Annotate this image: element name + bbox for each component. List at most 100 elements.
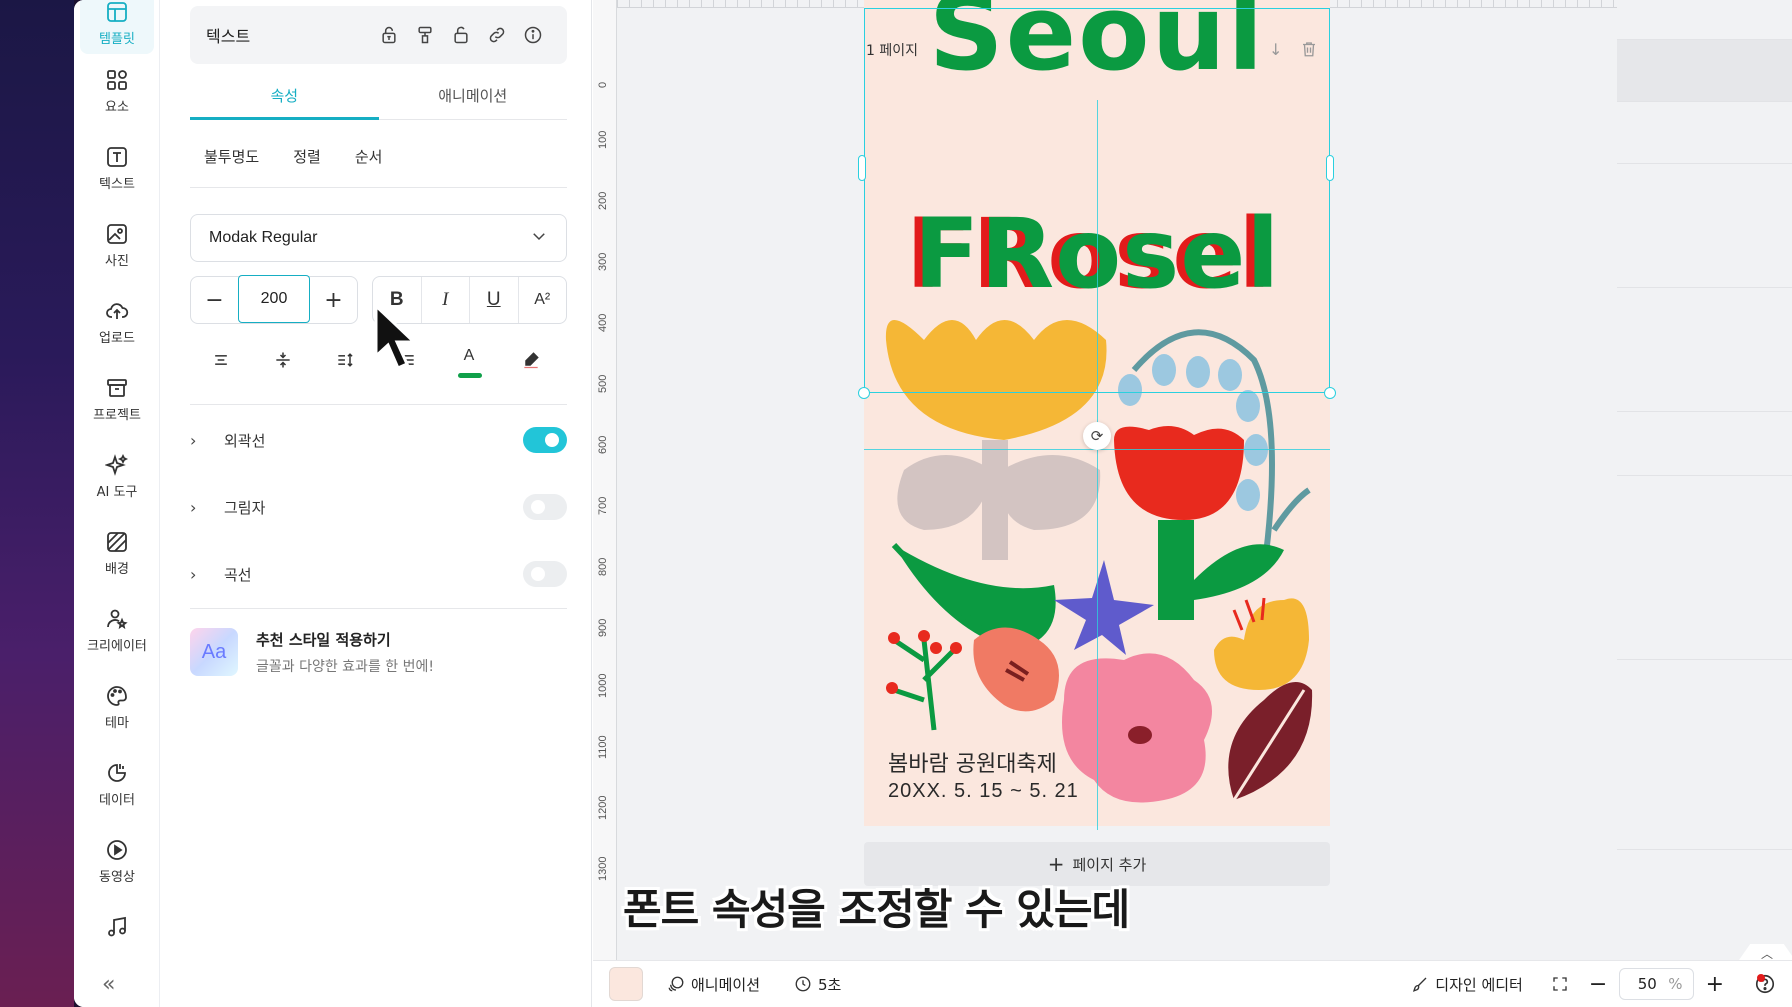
- align-button[interactable]: 정렬: [293, 138, 321, 167]
- decrease-size-button[interactable]: −: [191, 277, 238, 323]
- move-down-icon[interactable]: ↓: [1269, 40, 1282, 62]
- collapse-sidebar-icon[interactable]: «: [102, 972, 115, 997]
- clock-icon: [795, 976, 811, 992]
- play-icon: [107, 839, 127, 860]
- increase-size-button[interactable]: +: [310, 277, 357, 323]
- resize-handle[interactable]: [1324, 387, 1336, 399]
- design-editor-button[interactable]: 디자인 에디터: [1411, 974, 1523, 995]
- left-icon-rail: 템플릿 요소 텍스트 사진 업로드 프로젝트 AI 도구 배경 크리에이터 테마…: [74, 0, 160, 1007]
- rail-item-photo[interactable]: 사진: [80, 214, 154, 276]
- recommended-style-card[interactable]: Aa 추천 스타일 적용하기 글꼴과 다양한 효과를 한 번에!: [190, 624, 567, 680]
- font-family-value: Modak Regular: [209, 229, 318, 246]
- rail-item-audio[interactable]: [80, 907, 154, 947]
- rail-label: 사진: [105, 253, 129, 269]
- zoom-field[interactable]: 50 %: [1619, 968, 1694, 1000]
- font-size-input[interactable]: [238, 275, 310, 323]
- rail-label: 크리에이터: [87, 638, 147, 654]
- link-icon[interactable]: [479, 17, 515, 53]
- zoom-in-button[interactable]: +: [1706, 972, 1724, 997]
- vertical-ruler: 0 100 200 300 400 500 600 700 800 900 1000 1100 1200…: [593, 0, 617, 960]
- element-toolbar: 텍스트: [190, 6, 567, 64]
- rail-item-text[interactable]: 텍스트: [80, 137, 154, 199]
- resize-handle[interactable]: [858, 387, 870, 399]
- shapes-icon: [107, 69, 127, 90]
- underline-button[interactable]: U: [470, 277, 519, 323]
- shadow-toggle[interactable]: [523, 494, 567, 520]
- trash-icon[interactable]: [1300, 40, 1318, 62]
- highlight-pen-icon[interactable]: [500, 338, 562, 382]
- animation-button[interactable]: 애니메이션: [667, 974, 760, 995]
- rail-label: 데이터: [99, 792, 135, 808]
- duration-label: 5초: [818, 975, 842, 994]
- poster-title-line1[interactable]: Seoul: [864, 0, 1330, 94]
- design-editor-label: 디자인 에디터: [1435, 975, 1523, 994]
- toggle-label: 외곽선: [224, 431, 266, 450]
- animation-icon: [668, 976, 684, 992]
- rail-item-background[interactable]: 배경: [80, 522, 154, 584]
- notification-dot: [1757, 974, 1765, 982]
- line-spacing-icon[interactable]: [314, 338, 376, 382]
- chart-icon: [108, 763, 126, 782]
- chevron-down-icon: [530, 227, 548, 249]
- duration-button[interactable]: 5초: [794, 974, 841, 995]
- rail-item-video[interactable]: 동영상: [80, 830, 154, 892]
- upload-icon: [106, 302, 129, 319]
- rail-label: 동영상: [99, 869, 135, 885]
- tab-animation[interactable]: 애니메이션: [379, 72, 568, 119]
- rail-item-theme[interactable]: 테마: [80, 676, 154, 738]
- toggle-row-shadow[interactable]: › 그림자: [190, 487, 567, 527]
- font-family-select[interactable]: Modak Regular: [190, 214, 567, 262]
- rail-label: AI 도구: [96, 484, 138, 500]
- plus-icon: +: [1047, 852, 1065, 876]
- rail-item-elements[interactable]: 요소: [80, 60, 154, 122]
- rail-item-template[interactable]: 템플릿: [80, 0, 154, 54]
- page-label: 1 페이지: [866, 43, 918, 59]
- outline-toggle[interactable]: [523, 427, 567, 453]
- rail-label: 배경: [105, 561, 129, 577]
- align-text-icon[interactable]: [190, 338, 252, 382]
- tab-properties[interactable]: 속성: [190, 72, 379, 120]
- brush-icon: [1413, 977, 1427, 992]
- vertical-align-icon[interactable]: [252, 338, 314, 382]
- poster-subtitle[interactable]: 봄바람 공원대축제: [888, 746, 1057, 778]
- bottom-bar: 애니메이션 5초 디자인 에디터 − 50 % +: [593, 960, 1792, 1007]
- rail-label: 텍스트: [99, 176, 135, 192]
- chevron-right-icon: ›: [190, 497, 197, 517]
- rail-item-data[interactable]: 데이터: [80, 753, 154, 815]
- editor-window: 템플릿 요소 텍스트 사진 업로드 프로젝트 AI 도구 배경 크리에이터 테마…: [74, 0, 1792, 1007]
- rail-item-project[interactable]: 프로젝트: [80, 368, 154, 430]
- template-icon: [107, 1, 127, 22]
- rail-item-ai-tools[interactable]: AI 도구: [80, 445, 154, 507]
- rail-item-creator[interactable]: 크리에이터: [80, 599, 154, 661]
- italic-button[interactable]: I: [422, 277, 470, 323]
- text-box-lock-icon[interactable]: [371, 17, 407, 53]
- creator-icon: [107, 609, 128, 629]
- rail-label: 템플릿: [99, 31, 135, 47]
- element-type-title: 텍스트: [206, 27, 251, 46]
- design-canvas[interactable]: 0 100 200 300 400 500 600 700 800 900 1000 1100 1200…: [593, 0, 1792, 962]
- order-button[interactable]: 순서: [355, 138, 383, 167]
- format-painter-icon[interactable]: [407, 17, 443, 53]
- text-color-button[interactable]: A: [438, 338, 500, 382]
- toggle-row-curve[interactable]: › 곡선: [190, 554, 567, 594]
- toggle-label: 그림자: [224, 498, 266, 517]
- info-icon[interactable]: [515, 17, 551, 53]
- opacity-button[interactable]: 불투명도: [204, 138, 259, 167]
- page-color-swatch[interactable]: [609, 967, 643, 1001]
- unlock-icon[interactable]: [443, 17, 479, 53]
- rail-item-upload[interactable]: 업로드: [80, 291, 154, 353]
- poster-dates[interactable]: 20XX. 5. 15 ~ 5. 21: [888, 780, 1079, 803]
- style-thumbnail: Aa: [190, 628, 238, 676]
- fullscreen-icon[interactable]: [1551, 975, 1569, 993]
- right-panel-edge: [1617, 0, 1792, 960]
- curve-toggle[interactable]: [523, 561, 567, 587]
- rotate-handle-icon[interactable]: ⟳: [1083, 422, 1111, 450]
- rail-label: 프로젝트: [93, 407, 141, 423]
- toggle-row-outline[interactable]: › 외곽선: [190, 420, 567, 460]
- resize-handle[interactable]: [858, 155, 866, 181]
- properties-panel: 텍스트 속성 애니메이션 불투명도 정렬 순서 Modak Regular − …: [160, 0, 592, 1007]
- superscript-button[interactable]: A²: [519, 277, 567, 323]
- zoom-unit: %: [1668, 975, 1683, 993]
- resize-handle[interactable]: [1326, 155, 1334, 181]
- zoom-out-button[interactable]: −: [1589, 972, 1607, 997]
